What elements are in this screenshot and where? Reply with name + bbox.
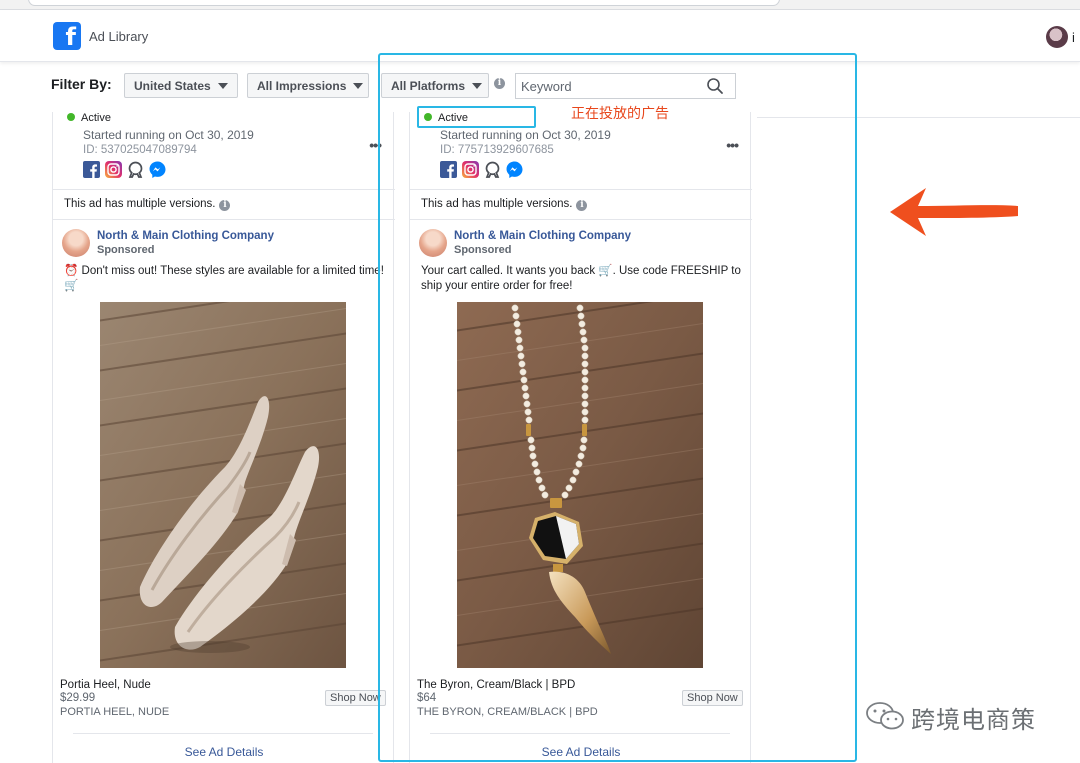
multiple-versions-text: This ad has multiple versions. bbox=[64, 198, 216, 210]
active-status-icon bbox=[67, 113, 75, 121]
messenger-icon bbox=[149, 161, 166, 178]
advertiser-name-link[interactable]: North & Main Clothing Company bbox=[97, 230, 274, 242]
divider bbox=[53, 219, 395, 220]
facebook-icon bbox=[83, 161, 100, 178]
status-label: Active bbox=[81, 112, 111, 124]
product-caption: PORTIA HEEL, NUDE bbox=[60, 706, 170, 718]
caret-down-icon bbox=[353, 83, 364, 89]
caret-down-icon bbox=[217, 83, 228, 89]
sponsored-label: Sponsored bbox=[97, 244, 155, 256]
filter-by-label: Filter By: bbox=[51, 76, 112, 92]
instagram-icon bbox=[105, 161, 122, 178]
divider bbox=[53, 189, 395, 190]
facebook-logo-icon[interactable]: f bbox=[53, 22, 81, 50]
address-bar[interactable] bbox=[28, 0, 780, 6]
browser-toolbar bbox=[0, 0, 1080, 10]
app-title[interactable]: Ad Library bbox=[89, 29, 148, 44]
status-row: Active bbox=[67, 112, 111, 124]
annotation-label: 正在投放的广告 bbox=[571, 106, 669, 122]
wechat-icon bbox=[866, 702, 904, 730]
profile-avatar[interactable] bbox=[1046, 26, 1068, 48]
ad-card: Active Started running on Oct 30, 2019 I… bbox=[52, 112, 395, 763]
annotation-active-box bbox=[417, 106, 536, 128]
multiple-versions-note: This ad has multiple versions. i bbox=[64, 198, 231, 211]
info-icon[interactable]: i bbox=[219, 200, 231, 211]
ad-image-heels[interactable] bbox=[100, 302, 346, 668]
profile-name[interactable]: i bbox=[1072, 30, 1075, 45]
see-ad-details-link[interactable]: See Ad Details bbox=[53, 745, 395, 759]
watermark-text: 跨境电商策 bbox=[911, 706, 1036, 734]
impressions-value: All Impressions bbox=[257, 79, 347, 93]
divider bbox=[73, 733, 373, 734]
arrow-left-icon bbox=[890, 188, 1018, 236]
annotation-highlight-box bbox=[378, 53, 857, 762]
audience-network-icon bbox=[128, 161, 143, 178]
country-value: United States bbox=[134, 79, 211, 93]
product-name: Portia Heel, Nude bbox=[60, 679, 151, 691]
start-date: Started running on Oct 30, 2019 bbox=[83, 128, 254, 142]
ad-id: ID: 537025047089794 bbox=[83, 144, 197, 156]
ad-body-text: ⏰ Don't miss out! These styles are avail… bbox=[64, 265, 384, 292]
advertiser-avatar[interactable] bbox=[62, 229, 90, 257]
impressions-dropdown[interactable]: All Impressions bbox=[247, 73, 369, 98]
product-price: $29.99 bbox=[60, 692, 96, 704]
country-dropdown[interactable]: United States bbox=[124, 73, 238, 98]
shop-now-button[interactable]: Shop Now bbox=[325, 690, 386, 706]
heels-photo bbox=[100, 302, 346, 668]
